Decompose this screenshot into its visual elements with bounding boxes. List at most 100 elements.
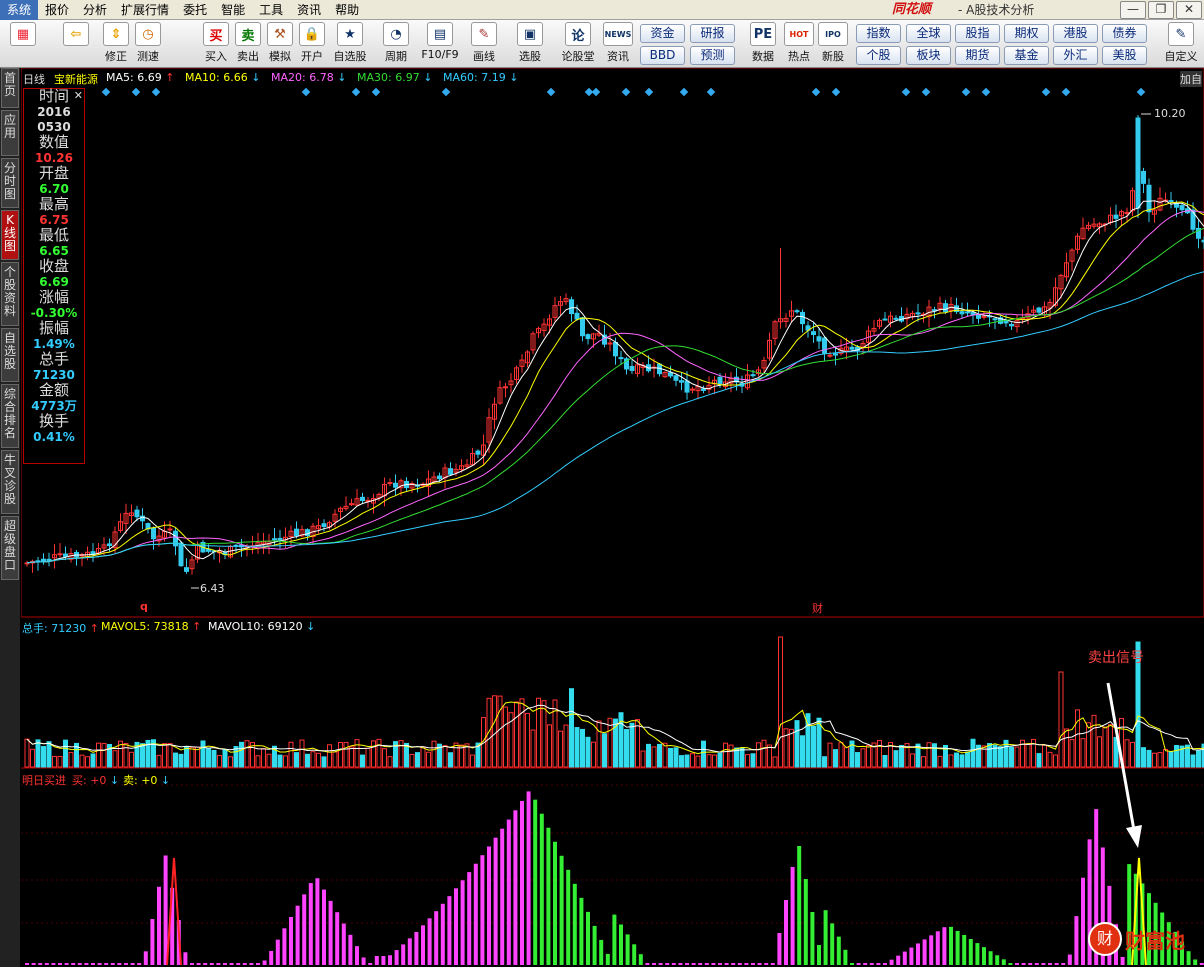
quick-button-9[interactable]: 债券 <box>1102 24 1147 43</box>
event-diamond[interactable] <box>831 87 841 97</box>
quick-button-5[interactable]: 全球 <box>906 24 951 43</box>
volume-bar-up <box>228 756 233 768</box>
sidebar-tab-2[interactable]: 分时图 <box>1 158 19 208</box>
menu-item-1[interactable]: 报价 <box>38 0 76 20</box>
add-favorite-button[interactable]: 加自 <box>1180 71 1202 87</box>
hot-icon: HOT <box>784 22 814 46</box>
buy-bar <box>454 888 458 965</box>
toolbar-layout-button[interactable]: ▦ <box>8 22 38 66</box>
volume-bar-up <box>442 745 448 768</box>
toolbar-f10-button[interactable]: ▤ F10/F9 <box>420 22 460 66</box>
event-diamond[interactable] <box>706 87 716 97</box>
quick-button-2[interactable]: BBD <box>640 46 685 65</box>
event-diamond[interactable] <box>679 87 689 97</box>
event-diamond[interactable] <box>546 87 556 97</box>
toolbar-clock-button[interactable]: ◷ 测速 <box>132 22 164 66</box>
event-diamond[interactable] <box>131 87 141 97</box>
toolbar-lock-button[interactable]: 🔒 开户 <box>296 22 328 66</box>
event-diamond[interactable] <box>981 87 991 97</box>
toolbar-buy-button[interactable]: 买买入 <box>200 22 232 66</box>
quick-button-6[interactable]: 股指 <box>955 24 1000 43</box>
event-diamond[interactable] <box>1061 87 1071 97</box>
toolbar-pencil-button[interactable]: ✎ 画线 <box>466 22 502 66</box>
event-diamond[interactable] <box>811 87 821 97</box>
candle-down <box>1135 117 1141 209</box>
event-diamond[interactable] <box>441 87 451 97</box>
quick-button-15[interactable]: 美股 <box>1102 46 1147 65</box>
event-diamond[interactable] <box>621 87 631 97</box>
sidebar-tab-5[interactable]: 自选股 <box>1 328 19 382</box>
candle-down <box>393 482 398 488</box>
menu-item-8[interactable]: 帮助 <box>328 0 366 20</box>
candle-down <box>569 299 574 315</box>
quick-button-14[interactable]: 外汇 <box>1053 46 1098 65</box>
toolbar-ipo-button[interactable]: IPO 新股 <box>817 22 849 66</box>
toolbar-custom-button[interactable]: ✎ 自定义 <box>1160 22 1202 66</box>
sell-bar <box>797 846 802 965</box>
maximize-button[interactable]: ❐ <box>1148 1 1174 19</box>
sidebar-tab-0[interactable]: 首页 <box>1 68 19 108</box>
event-diamond[interactable] <box>644 87 654 97</box>
toolbar-period-button[interactable]: ◔ 周期 <box>378 22 414 66</box>
minimize-button[interactable]: — <box>1120 1 1146 19</box>
event-diamond[interactable] <box>101 87 111 97</box>
event-diamond[interactable] <box>1041 87 1051 97</box>
buy-bar <box>744 963 749 965</box>
event-diamond[interactable] <box>961 87 971 97</box>
toolbar-forum-button[interactable]: 论论股堂 <box>556 22 600 66</box>
event-diamond[interactable] <box>371 87 381 97</box>
menu-item-4[interactable]: 委托 <box>176 0 214 20</box>
event-marker-q[interactable]: q <box>140 600 148 613</box>
toolbar-sell-button[interactable]: 卖卖出 <box>232 22 264 66</box>
event-marker-cai[interactable]: 财 <box>812 600 823 616</box>
period-label[interactable]: 日线 <box>23 71 45 87</box>
menu-item-2[interactable]: 分析 <box>76 0 114 20</box>
toolbar-back-arrow-button[interactable]: ⇦ <box>60 22 92 66</box>
buy-bar <box>183 952 188 965</box>
sidebar-tab-6[interactable]: 综合排名 <box>1 384 19 448</box>
buy-bar <box>777 933 782 965</box>
menu-item-7[interactable]: 资讯 <box>290 0 328 20</box>
sell-bar <box>949 926 953 965</box>
close-icon[interactable]: ✕ <box>74 89 83 102</box>
quick-button-4[interactable]: 指数 <box>856 24 901 43</box>
quick-button-3[interactable]: 预测 <box>690 46 735 65</box>
event-diamond[interactable] <box>901 87 911 97</box>
buy-bar <box>341 923 346 965</box>
menu-item-5[interactable]: 智能 <box>214 0 252 20</box>
quick-button-8[interactable]: 港股 <box>1053 24 1098 43</box>
menu-item-6[interactable]: 工具 <box>252 0 290 20</box>
sidebar-tab-7[interactable]: 牛叉诊股 <box>1 450 19 514</box>
quick-button-13[interactable]: 基金 <box>1004 46 1049 65</box>
quick-button-12[interactable]: 期货 <box>955 46 1000 65</box>
sidebar-tab-3[interactable]: K线图 <box>1 210 19 260</box>
toolbar-pe-button[interactable]: PE 数据 <box>745 22 781 66</box>
quick-button-7[interactable]: 期权 <box>1004 24 1049 43</box>
quick-button-0[interactable]: 资金 <box>640 24 685 43</box>
volume-bar-down <box>305 753 310 768</box>
quick-button-11[interactable]: 板块 <box>906 46 951 65</box>
volume-bar-down <box>1009 746 1014 768</box>
ma10-line <box>26 201 1204 564</box>
toolbar-star-button[interactable]: ★ 自选股 <box>332 22 368 66</box>
sidebar-tab-4[interactable]: 个股资料 <box>1 262 19 326</box>
menu-item-3[interactable]: 扩展行情 <box>114 0 176 20</box>
event-diamond[interactable] <box>921 87 931 97</box>
toolbar-updown-arrow-button[interactable]: ⇕ 修正 <box>100 22 132 66</box>
quick-button-1[interactable]: 研报 <box>690 24 735 43</box>
event-diamond[interactable] <box>1136 87 1146 97</box>
toolbar-news-button[interactable]: NEWS 资讯 <box>600 22 636 66</box>
close-button[interactable]: ✕ <box>1176 1 1202 19</box>
event-diamond[interactable] <box>591 87 601 97</box>
toolbar-hot-button[interactable]: HOT 热点 <box>783 22 815 66</box>
menu-item-0[interactable]: 系统 <box>0 0 39 20</box>
event-diamond[interactable] <box>301 87 311 97</box>
sidebar-tab-1[interactable]: 应用 <box>1 110 19 156</box>
event-diamond[interactable] <box>151 87 161 97</box>
volume-bar-up <box>349 746 354 768</box>
quick-button-10[interactable]: 个股 <box>856 46 901 65</box>
toolbar-screen-button[interactable]: ▣ 选股 <box>512 22 548 66</box>
sidebar-tab-8[interactable]: 超级盘口 <box>1 516 19 580</box>
toolbar-hammer-button[interactable]: ⚒ 模拟 <box>264 22 296 66</box>
event-diamond[interactable] <box>351 87 361 97</box>
